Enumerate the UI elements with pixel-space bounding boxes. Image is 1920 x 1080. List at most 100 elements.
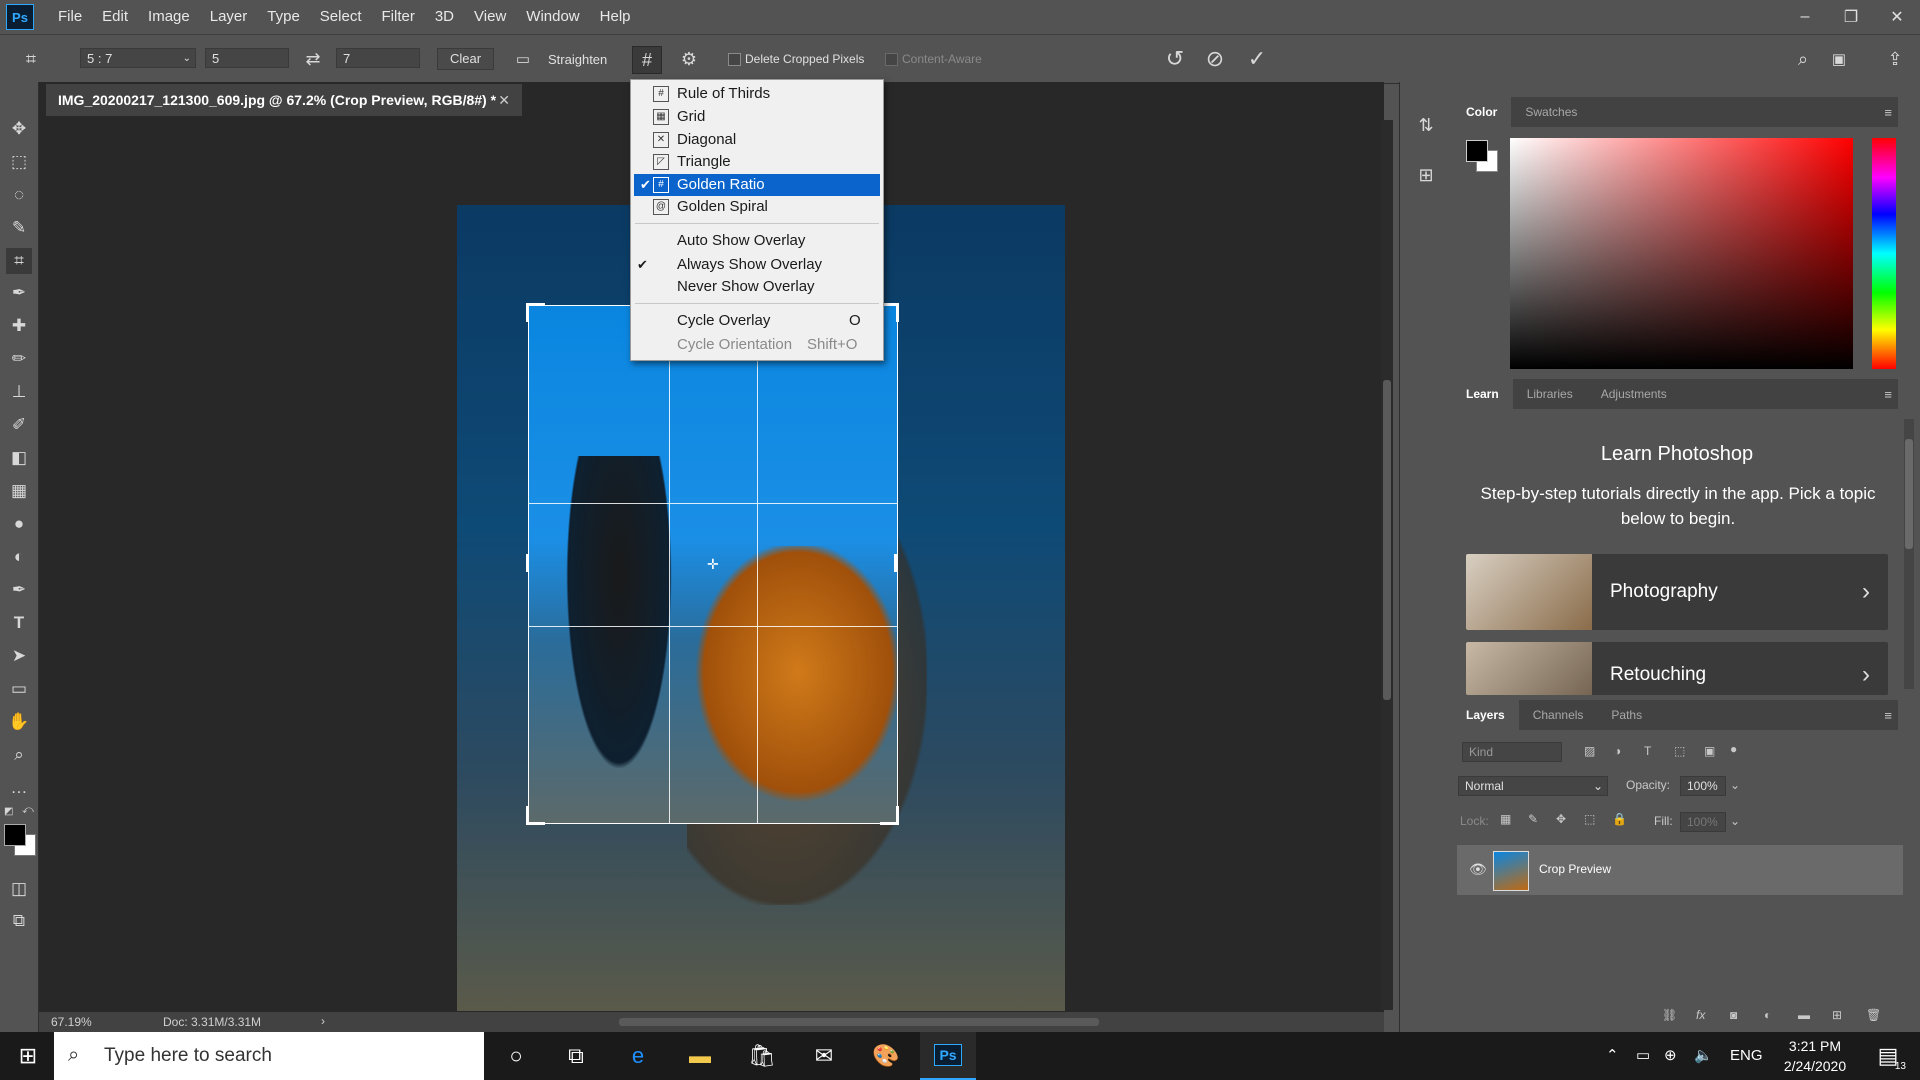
content-aware-checkbox[interactable] [885,53,898,66]
more-tools-icon[interactable]: … [6,775,32,801]
menu-image[interactable]: Image [138,0,200,34]
cortana-icon[interactable]: ○ [488,1032,544,1080]
panel-menu-icon[interactable]: ≡ [1884,387,1892,402]
search-icon[interactable]: ⌕ [1790,47,1816,71]
fill-input[interactable]: 100% [1680,812,1726,832]
move-tool-icon[interactable]: ✥ [6,116,32,142]
new-layer-icon[interactable]: ⊞ [1832,1008,1842,1022]
status-menu-arrow-icon[interactable]: › [321,1014,325,1028]
hand-tool-icon[interactable]: ✋ [6,709,32,735]
lasso-tool-icon[interactable]: ◌ [6,182,32,208]
horizontal-scroll-thumb[interactable] [619,1018,1099,1026]
minimize-button[interactable]: – [1782,0,1828,34]
crop-handle-top-left[interactable] [526,303,545,322]
tab-learn[interactable]: Learn [1452,379,1513,409]
restore-button[interactable]: ❐ [1828,0,1874,34]
microsoft-store-icon[interactable]: 🛍 [734,1032,790,1080]
filter-adjustment-icon[interactable]: ◑ [1614,744,1621,758]
filter-toggle-icon[interactable]: ● [1730,742,1737,756]
reset-icon[interactable]: ↺ [1160,45,1190,73]
lock-pixels-icon[interactable]: ✎ [1528,812,1538,826]
share-icon[interactable]: ⇪ [1882,47,1908,71]
path-selection-tool-icon[interactable]: ➤ [6,643,32,669]
crop-width-input[interactable]: 5 [205,48,289,68]
photoshop-taskbar-icon[interactable]: Ps [920,1032,976,1080]
lock-position-icon[interactable]: ✥ [1556,812,1566,826]
eyedropper-tool-icon[interactable]: ✒ [6,280,32,306]
opacity-dropdown-icon[interactable]: ⌄ [1730,778,1740,792]
menu-filter[interactable]: Filter [372,0,425,34]
volume-icon[interactable]: 🔈 [1694,1032,1713,1080]
hue-slider[interactable] [1872,138,1896,369]
quick-mask-icon[interactable]: ◫ [6,876,32,902]
menu-window[interactable]: Window [516,0,589,34]
menu-layer[interactable]: Layer [200,0,258,34]
history-brush-tool-icon[interactable]: ✐ [6,412,32,438]
filter-shape-icon[interactable]: ⬚ [1674,744,1685,758]
link-layers-icon[interactable]: ⛓ [1662,1008,1677,1022]
menu-item-auto-show-overlay[interactable]: Auto Show Overlay [631,230,883,252]
learn-topic-photography[interactable]: Photography › [1466,554,1888,630]
gradient-tool-icon[interactable]: ▦ [6,478,32,504]
menu-item-cycle-overlay[interactable]: Cycle Overlay O [631,310,883,332]
straighten-icon[interactable]: ▭ [510,47,536,71]
windows-start-icon[interactable]: ⊞ [0,1032,56,1080]
tab-channels[interactable]: Channels [1519,700,1598,730]
network-icon[interactable]: ⊕ [1664,1032,1677,1080]
commit-checkmark-icon[interactable]: ✓ [1242,45,1272,73]
overlay-options-icon[interactable]: # [632,46,662,74]
menu-view[interactable]: View [464,0,516,34]
vertical-scroll-thumb[interactable] [1383,380,1391,700]
clock[interactable]: 3:21 PM 2/24/2020 [1770,1036,1860,1076]
menu-help[interactable]: Help [590,0,641,34]
menu-item-rule-of-thirds[interactable]: # Rule of Thirds [631,83,883,105]
new-adjustment-icon[interactable]: ◐ [1764,1008,1771,1022]
learn-scroll-thumb[interactable] [1905,439,1913,549]
cancel-icon[interactable]: ⊘ [1200,45,1230,73]
panel-menu-icon[interactable]: ≡ [1884,708,1892,723]
zoom-level[interactable]: 67.19% [51,1015,92,1029]
menu-edit[interactable]: Edit [92,0,138,34]
taskbar-search[interactable]: ⌕ Type here to search [54,1032,484,1080]
zoom-tool-icon[interactable]: ⌕ [6,742,32,768]
clone-stamp-tool-icon[interactable]: ⊥ [6,379,32,405]
paint-app-icon[interactable]: 🎨 [858,1032,914,1080]
menu-item-triangle[interactable]: ◸ Triangle [631,151,883,173]
task-view-icon[interactable]: ⧉ [548,1032,604,1080]
action-center-icon[interactable]: ▤ 13 [1860,1032,1916,1080]
tab-adjustments[interactable]: Adjustments [1587,379,1681,409]
delete-layer-icon[interactable]: 🗑 [1866,1008,1881,1022]
swap-colors-icon[interactable]: ⤺ [22,804,34,816]
fill-dropdown-icon[interactable]: ⌄ [1730,814,1740,828]
blend-mode-select[interactable]: Normal ⌄ [1458,776,1608,796]
filter-type-icon[interactable]: T [1644,744,1651,758]
rectangle-tool-icon[interactable]: ▭ [6,676,32,702]
menu-item-never-show-overlay[interactable]: Never Show Overlay [631,276,883,298]
close-tab-icon[interactable]: ✕ [498,84,510,116]
straighten-label[interactable]: Straighten [548,52,607,67]
menu-select[interactable]: Select [310,0,372,34]
foreground-color-swatch[interactable] [4,824,26,846]
panel-menu-icon[interactable]: ≡ [1884,105,1892,120]
tab-color[interactable]: Color [1452,97,1512,127]
pen-tool-icon[interactable]: ✒ [6,577,32,603]
properties-panel-icon[interactable]: ⊞ [1413,162,1439,188]
edge-browser-icon[interactable]: e [610,1032,666,1080]
tray-overflow-icon[interactable]: ⌃ [1606,1032,1619,1080]
lock-transparent-icon[interactable]: ▦ [1500,812,1511,826]
eraser-tool-icon[interactable]: ◧ [6,445,32,471]
visibility-eye-icon[interactable]: 👁 [1469,861,1487,878]
menu-type[interactable]: Type [257,0,310,34]
menu-item-grid[interactable]: ▦ Grid [631,106,883,128]
swap-dimensions-icon[interactable]: ⇄ [300,47,326,71]
ratio-preset-select[interactable]: 5 : 7 ⌄ [80,48,196,68]
vertical-scrollbar[interactable] [1381,120,1393,1010]
crop-box[interactable]: ✛ [528,305,898,824]
crop-handle-bottom-left[interactable] [526,806,545,825]
tab-paths[interactable]: Paths [1597,700,1656,730]
lock-artboard-icon[interactable]: ⬚ [1584,812,1595,826]
crop-height-input[interactable]: 7 [336,48,420,68]
brush-tool-icon[interactable]: ✏ [6,346,32,372]
crop-handle-left[interactable] [526,554,529,572]
delete-cropped-checkbox[interactable] [728,53,741,66]
